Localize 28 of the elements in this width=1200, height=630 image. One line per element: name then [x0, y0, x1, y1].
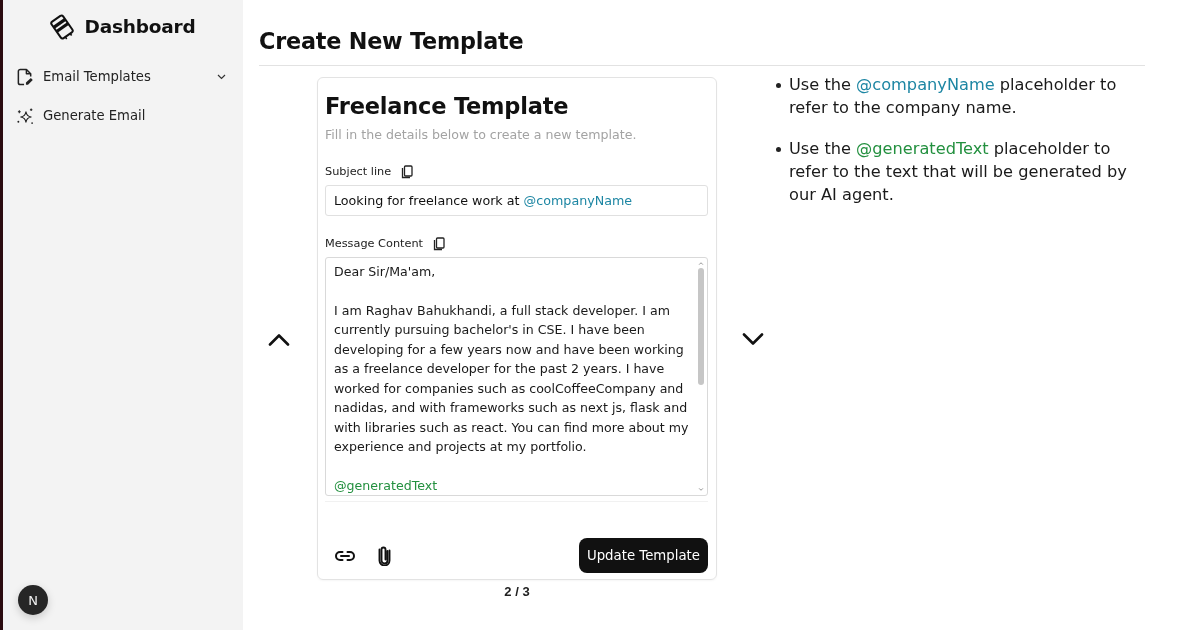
page-title: Create New Template	[259, 27, 525, 56]
document-pen-icon	[16, 67, 34, 86]
card-title: Freelance Template	[325, 92, 570, 121]
message-field[interactable]: Dear Sir/Ma'am, I am Raghav Bahukhandi, a full stack developer. I am currently pursuing bachelor's in CSE. I have been developing for a few years now and have been working as a freelance developer for the past 2 years. I have worked for companies such as coolCoffeeCompany and nadidas, and with frameworks such as next js, flask and with libraries such as react. You can find more about my experience and projects at my portfolio. @generatedText	[325, 257, 708, 496]
scrollbar-thumb[interactable]	[698, 268, 704, 385]
sidebar-item[interactable]: Generate Email	[15, 96, 228, 135]
link-icon[interactable]	[334, 549, 356, 562]
chevron-up-icon[interactable]	[268, 332, 290, 346]
paperclip-icon[interactable]	[377, 545, 392, 566]
field-label: Subject line	[325, 164, 392, 180]
sparkles-icon	[16, 106, 34, 125]
dev-tools-badge[interactable]: N	[18, 585, 48, 615]
page-indicator: 2 / 3	[504, 583, 530, 601]
field-label: Message Content	[325, 236, 424, 252]
subject-field[interactable]: Looking for freelance work at @companyName	[325, 185, 708, 216]
hint-text: Use the @generatedText placeholder to refer to the text that will be generated by our AI agent.	[789, 138, 1128, 206]
hint-text: Use the @companyName placeholder to refer to the company name.	[789, 74, 1118, 119]
logo-icon	[50, 14, 75, 40]
copy-icon[interactable]	[432, 237, 446, 251]
copy-icon[interactable]	[400, 165, 414, 179]
update-template-button[interactable]: Update Template	[578, 538, 708, 573]
sidebar-item[interactable]: Email Templates	[15, 57, 228, 96]
card-subtitle: Fill in the details below to create a new template.	[325, 126, 638, 144]
bullet-icon	[776, 83, 781, 88]
chevron-down-icon[interactable]	[742, 332, 764, 346]
bullet-icon	[776, 147, 781, 152]
brand-title: Dashboard	[84, 15, 196, 39]
chevron-down-icon[interactable]	[217, 73, 226, 80]
